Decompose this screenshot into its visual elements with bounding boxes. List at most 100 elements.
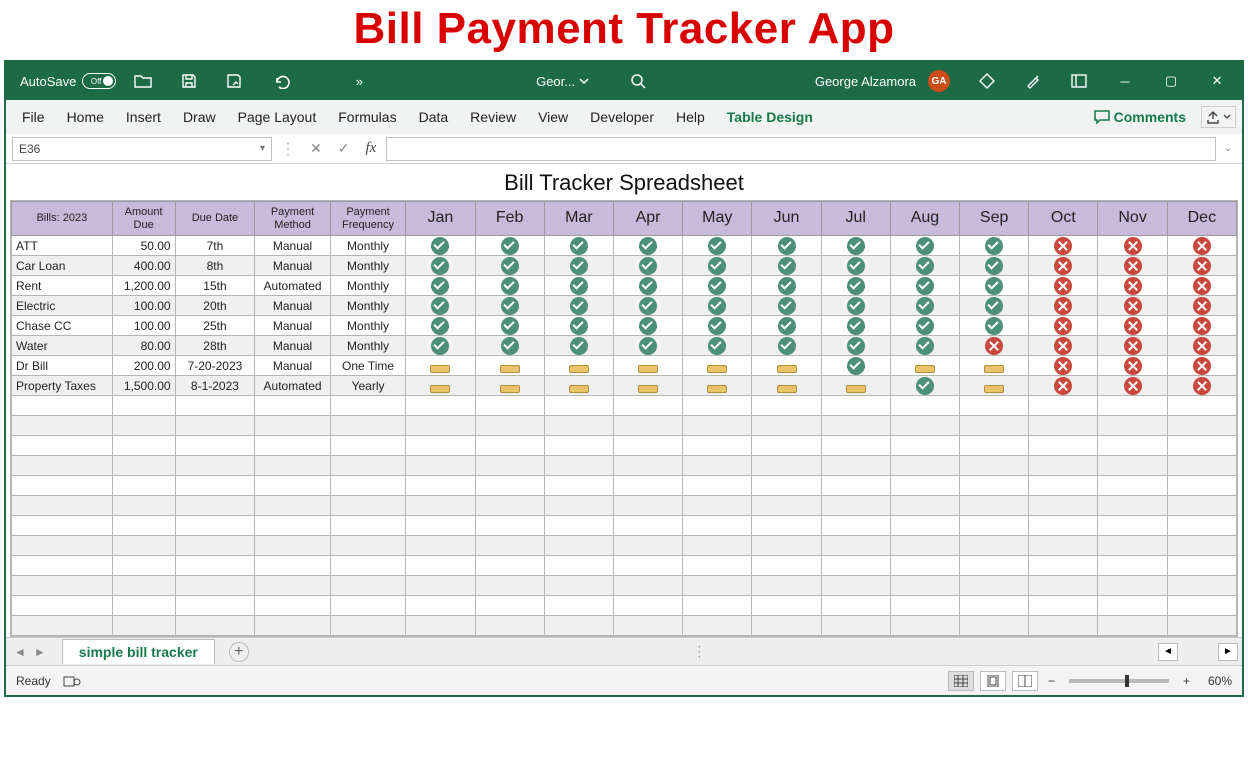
cell-status[interactable]	[1098, 256, 1167, 276]
empty-cell[interactable]	[960, 436, 1029, 456]
empty-cell[interactable]	[1098, 456, 1167, 476]
empty-cell[interactable]	[544, 416, 613, 436]
cell-status[interactable]	[1098, 276, 1167, 296]
cell-status[interactable]	[544, 236, 613, 256]
empty-cell[interactable]	[960, 416, 1029, 436]
cell-status[interactable]	[683, 256, 752, 276]
empty-cell[interactable]	[255, 556, 331, 576]
cell-freq[interactable]: Monthly	[330, 316, 406, 336]
cell-status[interactable]	[960, 276, 1029, 296]
cell-status[interactable]	[1167, 276, 1236, 296]
empty-cell[interactable]	[175, 596, 255, 616]
empty-cell[interactable]	[613, 476, 682, 496]
cell-status[interactable]	[683, 356, 752, 376]
table-row-empty[interactable]	[12, 476, 1237, 496]
empty-cell[interactable]	[12, 416, 113, 436]
empty-cell[interactable]	[1029, 576, 1098, 596]
empty-cell[interactable]	[960, 556, 1029, 576]
cell-freq[interactable]: Monthly	[330, 236, 406, 256]
empty-cell[interactable]	[821, 576, 890, 596]
empty-cell[interactable]	[613, 396, 682, 416]
empty-cell[interactable]	[544, 576, 613, 596]
empty-cell[interactable]	[12, 396, 113, 416]
cell-status[interactable]	[890, 296, 959, 316]
empty-cell[interactable]	[683, 396, 752, 416]
table-row-empty[interactable]	[12, 616, 1237, 636]
cell-due[interactable]: 25th	[175, 316, 255, 336]
cell-status[interactable]	[960, 236, 1029, 256]
empty-cell[interactable]	[1167, 456, 1236, 476]
cell-freq[interactable]: Yearly	[330, 376, 406, 396]
empty-cell[interactable]	[112, 496, 175, 516]
empty-cell[interactable]	[1167, 536, 1236, 556]
empty-cell[interactable]	[683, 596, 752, 616]
empty-cell[interactable]	[1098, 556, 1167, 576]
search-icon[interactable]	[627, 70, 649, 92]
tab-draw[interactable]: Draw	[173, 103, 226, 131]
empty-cell[interactable]	[175, 556, 255, 576]
cell-status[interactable]	[890, 376, 959, 396]
empty-cell[interactable]	[960, 576, 1029, 596]
empty-cell[interactable]	[1029, 396, 1098, 416]
zoom-out-button[interactable]: −	[1044, 674, 1059, 688]
cell-bill-name[interactable]: Chase CC	[12, 316, 113, 336]
cell-amount[interactable]: 200.00	[112, 356, 175, 376]
empty-cell[interactable]	[1167, 516, 1236, 536]
name-box[interactable]: E36▾	[12, 137, 272, 161]
view-page-layout-button[interactable]	[980, 671, 1006, 691]
col-mar[interactable]: Mar	[544, 202, 613, 236]
tab-developer[interactable]: Developer	[580, 103, 664, 131]
empty-cell[interactable]	[1098, 536, 1167, 556]
empty-cell[interactable]	[752, 556, 821, 576]
table-row-empty[interactable]	[12, 596, 1237, 616]
cell-status[interactable]	[821, 296, 890, 316]
cell-status[interactable]	[960, 356, 1029, 376]
empty-cell[interactable]	[475, 496, 544, 516]
cell-status[interactable]	[683, 316, 752, 336]
empty-cell[interactable]	[175, 476, 255, 496]
empty-cell[interactable]	[544, 536, 613, 556]
scroll-left[interactable]: ◄	[1158, 643, 1178, 661]
tab-file[interactable]: File	[12, 103, 55, 131]
empty-cell[interactable]	[330, 476, 406, 496]
more-icon[interactable]: »	[348, 70, 370, 92]
cell-status[interactable]	[613, 356, 682, 376]
empty-cell[interactable]	[475, 556, 544, 576]
tab-help[interactable]: Help	[666, 103, 715, 131]
empty-cell[interactable]	[821, 396, 890, 416]
table-row-empty[interactable]	[12, 496, 1237, 516]
empty-cell[interactable]	[255, 496, 331, 516]
empty-cell[interactable]	[12, 496, 113, 516]
col-feb[interactable]: Feb	[475, 202, 544, 236]
empty-cell[interactable]	[683, 496, 752, 516]
empty-cell[interactable]	[175, 616, 255, 636]
empty-cell[interactable]	[683, 616, 752, 636]
empty-cell[interactable]	[960, 616, 1029, 636]
cell-due[interactable]: 8th	[175, 256, 255, 276]
cell-status[interactable]	[1167, 356, 1236, 376]
cell-status[interactable]	[1098, 336, 1167, 356]
table-row[interactable]: Dr Bill200.007-20-2023ManualOne Time	[12, 356, 1237, 376]
empty-cell[interactable]	[475, 536, 544, 556]
cell-bill-name[interactable]: Dr Bill	[12, 356, 113, 376]
cell-status[interactable]	[890, 256, 959, 276]
empty-cell[interactable]	[12, 556, 113, 576]
cell-status[interactable]	[752, 376, 821, 396]
export-icon[interactable]	[224, 70, 246, 92]
cell-status[interactable]	[890, 236, 959, 256]
cell-status[interactable]	[544, 376, 613, 396]
empty-cell[interactable]	[112, 416, 175, 436]
empty-cell[interactable]	[960, 516, 1029, 536]
cell-status[interactable]	[613, 316, 682, 336]
empty-cell[interactable]	[960, 496, 1029, 516]
empty-cell[interactable]	[12, 536, 113, 556]
cell-amount[interactable]: 1,200.00	[112, 276, 175, 296]
empty-cell[interactable]	[890, 456, 959, 476]
cell-status[interactable]	[752, 316, 821, 336]
cell-bill-name[interactable]: Electric	[12, 296, 113, 316]
cell-status[interactable]	[1167, 336, 1236, 356]
empty-cell[interactable]	[890, 556, 959, 576]
cell-freq[interactable]: Monthly	[330, 296, 406, 316]
cell-method[interactable]: Manual	[255, 356, 331, 376]
col-sep[interactable]: Sep	[960, 202, 1029, 236]
